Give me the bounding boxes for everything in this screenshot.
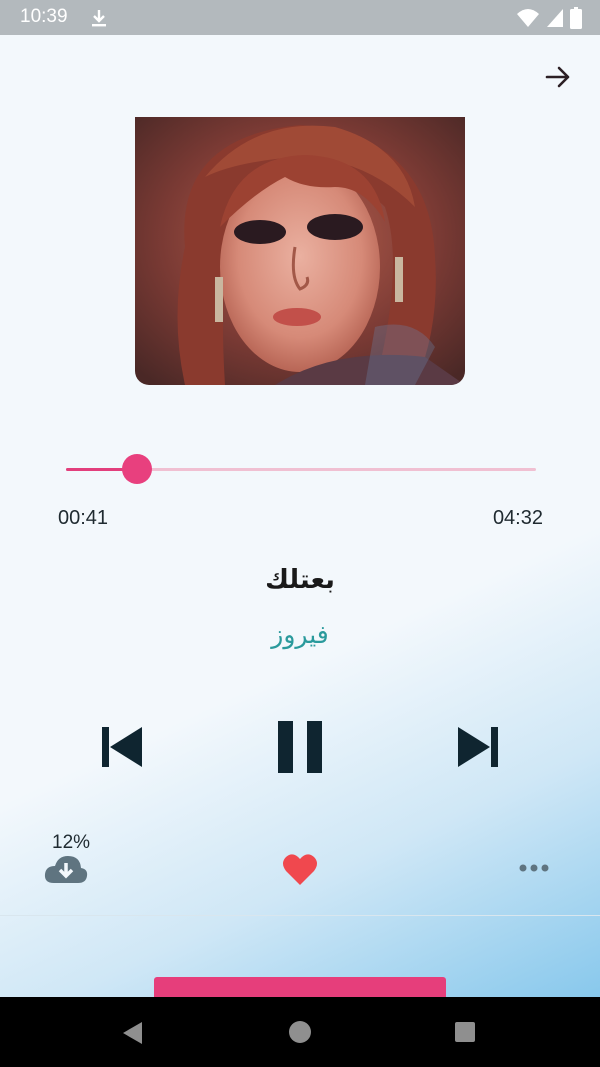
heart-icon[interactable] xyxy=(282,852,318,886)
skip-previous-icon xyxy=(102,727,142,767)
elapsed-time: 00:41 xyxy=(58,507,109,529)
artist-name: فيروز xyxy=(271,620,329,649)
status-time: 10:39 xyxy=(20,6,68,27)
skip-next-button[interactable] xyxy=(454,725,502,769)
song-title: بعتلك xyxy=(265,565,335,595)
battery-icon xyxy=(570,7,582,29)
status-icons xyxy=(516,7,582,29)
nav-recents-icon[interactable] xyxy=(455,1022,475,1042)
signal-icon xyxy=(547,9,563,27)
nav-home-icon[interactable] xyxy=(289,1021,311,1043)
wifi-icon xyxy=(517,9,539,27)
more-horizontal-icon[interactable] xyxy=(518,861,550,875)
player-screen: 00:41 04:32 بعتلك فيروز 12% xyxy=(0,35,600,997)
album-art xyxy=(135,117,465,385)
pause-button[interactable] xyxy=(274,719,326,775)
arrow-right-icon[interactable] xyxy=(544,63,572,91)
nav-back-icon[interactable] xyxy=(120,1020,146,1046)
total-duration: 04:32 xyxy=(492,507,543,529)
divider xyxy=(0,915,600,916)
album-art-image xyxy=(135,117,465,385)
status-bar: 10:39 xyxy=(0,0,600,35)
download-progress-text: 12% xyxy=(52,832,91,853)
pause-icon xyxy=(278,721,322,773)
cloud-download-icon[interactable] xyxy=(44,853,88,885)
bottom-sheet-handle[interactable] xyxy=(154,977,446,997)
system-nav-bar xyxy=(0,997,600,1067)
download-icon xyxy=(92,10,106,27)
seek-bar-thumb[interactable] xyxy=(121,454,152,484)
skip-previous-button[interactable] xyxy=(98,725,146,769)
seek-bar[interactable] xyxy=(66,454,536,484)
skip-next-icon xyxy=(458,727,498,767)
